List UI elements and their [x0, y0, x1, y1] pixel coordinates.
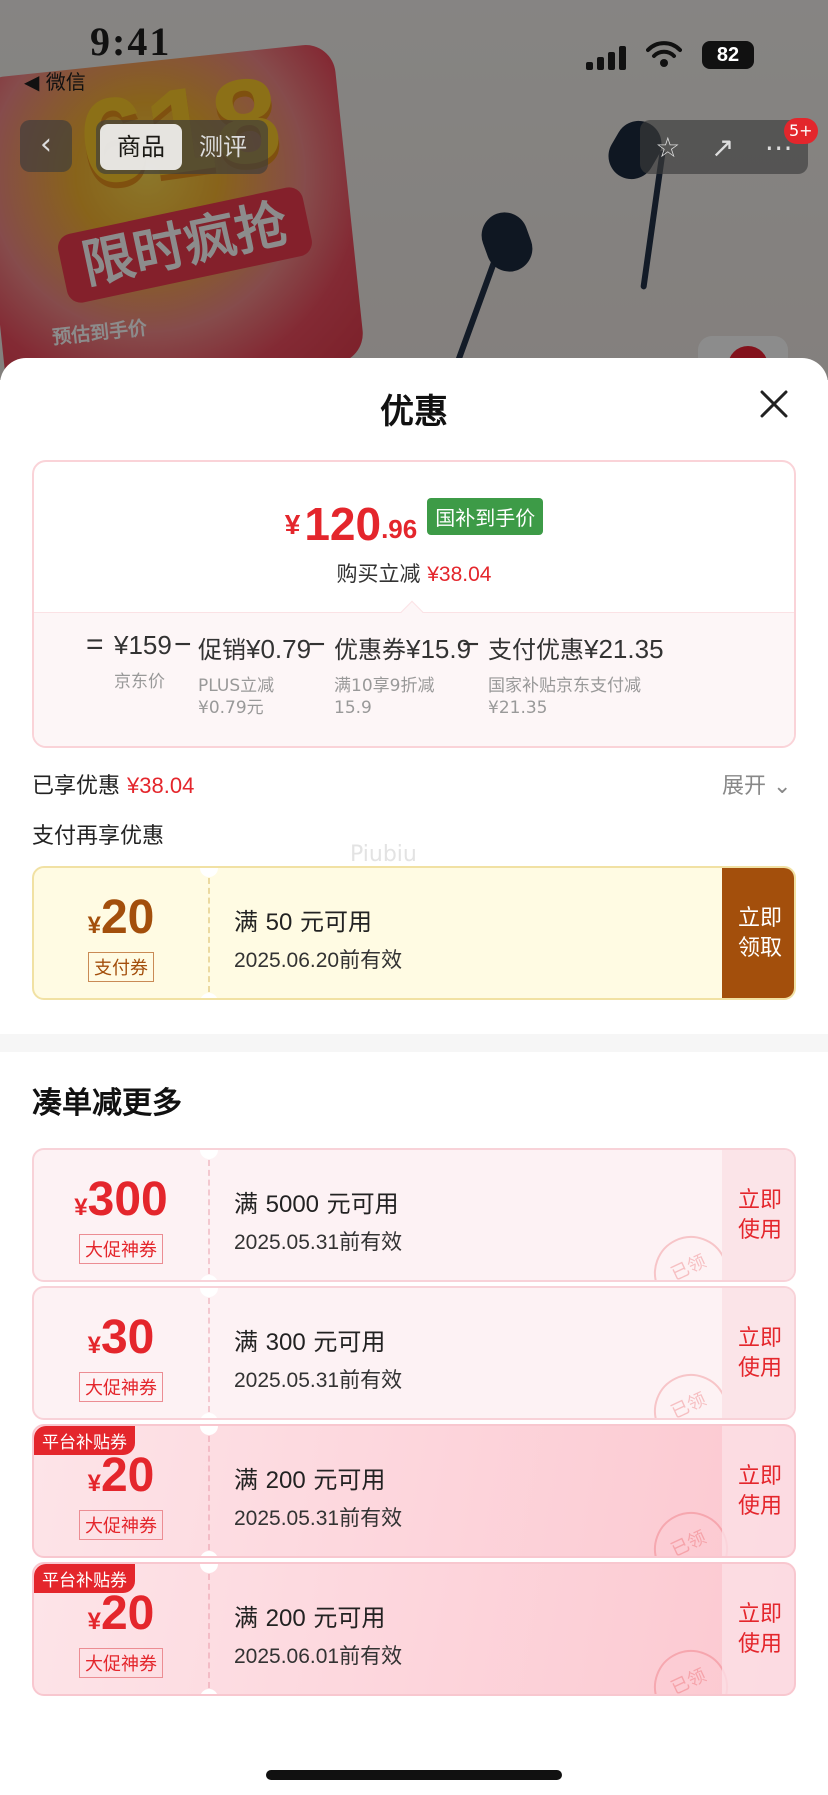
use-coupon-button[interactable]: 立即 使用: [722, 1288, 794, 1418]
minus-sign: −: [174, 628, 192, 661]
coupon-expiry: 2025.06.20前有效: [234, 948, 403, 972]
price-currency: ¥: [284, 509, 301, 540]
reduction-label: 购买立减: [336, 562, 421, 586]
price-decimal: .96: [381, 514, 418, 544]
sheet-title: 优惠: [380, 392, 448, 432]
formula-item-jd-price: ¥159 京东价: [114, 630, 172, 693]
claim-coupon-button[interactable]: 立即 领取: [722, 868, 794, 998]
coupon-type-label: 支付券: [88, 952, 154, 982]
promotion-sub-value: ¥0.79元: [198, 698, 264, 718]
payment-label: 支付优惠: [488, 636, 584, 664]
price-integer: 120: [304, 498, 382, 550]
jd-price-label: 京东价: [114, 672, 165, 692]
product-tabs: 商品 测评: [96, 120, 268, 174]
more-discounts-heading: 凑单减更多: [32, 1086, 182, 1121]
platform-subsidy-tag: 平台补贴券: [34, 1426, 135, 1455]
back-button[interactable]: ‹: [20, 120, 72, 172]
chevron-down-icon: ⌄: [773, 774, 792, 799]
wifi-icon: [646, 41, 682, 67]
coupon-condition: 满 300 元可用: [234, 1328, 386, 1356]
final-price: ¥ 120 .96 国补到手价: [34, 498, 794, 549]
coupon-label: 优惠券: [334, 636, 406, 664]
coupon-condition: 满 5000 元可用: [234, 1190, 399, 1218]
coupon-amount: ¥20: [87, 891, 155, 944]
cellular-signal-icon: [586, 42, 632, 70]
coupon-card: ¥30 大促神券 满 300 元可用 2025.05.31前有效 已领 立即 使用: [32, 1286, 796, 1420]
coupon-amount: ¥300: [74, 1173, 168, 1226]
coupon-amount: ¥20: [87, 1587, 155, 1640]
coupon-amount: ¥30: [87, 1311, 155, 1364]
coupon-expiry: 2025.05.31前有效: [234, 1368, 403, 1392]
payment-sub-value: ¥21.35: [488, 698, 548, 718]
coupon-value-area: ¥300 大促神券: [34, 1150, 208, 1280]
status-time: 9:41: [90, 19, 172, 64]
equals-sign: =: [86, 628, 104, 661]
header-actions: ☆ ↗ ⋯: [640, 120, 808, 174]
coupon-condition: 满 50 元可用: [234, 908, 372, 936]
promotion-sub-label: PLUS立减: [198, 676, 275, 696]
promotion-label: 促销: [198, 636, 246, 664]
minus-sign: −: [308, 628, 326, 661]
tab-reviews[interactable]: 测评: [182, 124, 264, 170]
subsidy-price-tag: 国补到手价: [427, 498, 544, 535]
use-coupon-button[interactable]: 立即 使用: [722, 1564, 794, 1694]
minus-sign: −: [462, 628, 480, 661]
close-icon[interactable]: [758, 388, 790, 420]
enjoyed-discount: 已享优惠 ¥38.04: [32, 768, 194, 800]
coupon-type-label: 大促神券: [79, 1510, 163, 1540]
coupon-amount: ¥20: [87, 1449, 155, 1502]
coupon-type-label: 大促神券: [79, 1234, 163, 1264]
coupon-value-area: ¥30 大促神券: [34, 1288, 208, 1418]
coupon-expiry: 2025.05.31前有效: [234, 1230, 403, 1254]
tab-product[interactable]: 商品: [100, 124, 182, 170]
payment-coupon-card: ¥20 支付券 满 50 元可用 2025.06.20前有效 立即 领取: [32, 866, 796, 1000]
coupon-card: ¥300 大促神券 满 5000 元可用 2025.05.31前有效 已领 立即…: [32, 1148, 796, 1282]
coupon-condition: 满 200 元可用: [234, 1466, 386, 1494]
purchase-reduction: 购买立减 ¥38.04: [34, 558, 794, 588]
share-icon[interactable]: ↗: [711, 131, 734, 164]
price-summary-card: ¥ 120 .96 国补到手价 购买立减 ¥38.04 = ¥159 京东价 −…: [32, 460, 796, 748]
home-indicator[interactable]: [266, 1770, 562, 1780]
payment-offers-heading: 支付再享优惠: [32, 824, 165, 849]
formula-item-payment: 支付优惠¥21.35 国家补贴京东支付减 ¥21.35: [488, 630, 664, 719]
watermark: Piubiu: [350, 842, 417, 867]
discount-sheet: 优惠 ¥ 120 .96 国补到手价 购买立减 ¥38.04 = ¥159 京东…: [0, 358, 828, 1795]
coupon-type-label: 大促神券: [79, 1648, 163, 1678]
platform-subsidy-tag: 平台补贴券: [34, 1564, 135, 1593]
formula-item-coupon: 优惠券¥15.9 满10享9折减 15.9: [334, 630, 471, 719]
back-to-app-link[interactable]: ◀ 微信: [24, 66, 86, 95]
expand-label: 展开: [722, 774, 767, 799]
coupon-type-label: 大促神券: [79, 1372, 163, 1402]
battery-indicator: 82: [702, 41, 754, 69]
price-formula: = ¥159 京东价 − 促销¥0.79 PLUS立减 ¥0.79元 − 优惠券¥…: [34, 628, 794, 740]
payment-value: ¥21.35: [584, 634, 664, 664]
coupon-sub-label: 满10享9折减: [334, 676, 435, 696]
product-background: 618 限时疯抢 预估到手价 9:41 ◀ 微信 82 ‹ 商品 测评 ☆ ↗ …: [0, 0, 828, 380]
message-badge: 5+: [784, 118, 818, 144]
formula-item-promotion: 促销¥0.79 PLUS立减 ¥0.79元: [198, 630, 311, 719]
coupon-expiry: 2025.06.01前有效: [234, 1644, 403, 1668]
use-coupon-button[interactable]: 立即 使用: [722, 1150, 794, 1280]
coupon-sub-value: 15.9: [334, 698, 372, 718]
star-icon[interactable]: ☆: [655, 131, 680, 164]
coupon-condition: 满 200 元可用: [234, 1604, 386, 1632]
promotion-value: ¥0.79: [246, 634, 312, 664]
coupon-card: ¥20 大促神券 平台补贴券 满 200 元可用 2025.06.01前有效 已…: [32, 1562, 796, 1696]
expand-toggle[interactable]: 展开 ⌄: [722, 768, 791, 800]
payment-sub-label: 国家补贴京东支付减: [488, 676, 641, 696]
jd-price-value: ¥159: [114, 630, 172, 660]
enjoyed-value: ¥38.04: [127, 773, 195, 798]
reduction-value: ¥38.04: [427, 563, 492, 586]
coupon-value-area: ¥20 支付券: [34, 868, 208, 998]
coupon-card: ¥20 大促神券 平台补贴券 满 200 元可用 2025.05.31前有效 已…: [32, 1424, 796, 1558]
section-divider: [0, 1034, 828, 1052]
coupon-expiry: 2025.05.31前有效: [234, 1506, 403, 1530]
use-coupon-button[interactable]: 立即 使用: [722, 1426, 794, 1556]
enjoyed-label: 已享优惠: [32, 774, 121, 799]
